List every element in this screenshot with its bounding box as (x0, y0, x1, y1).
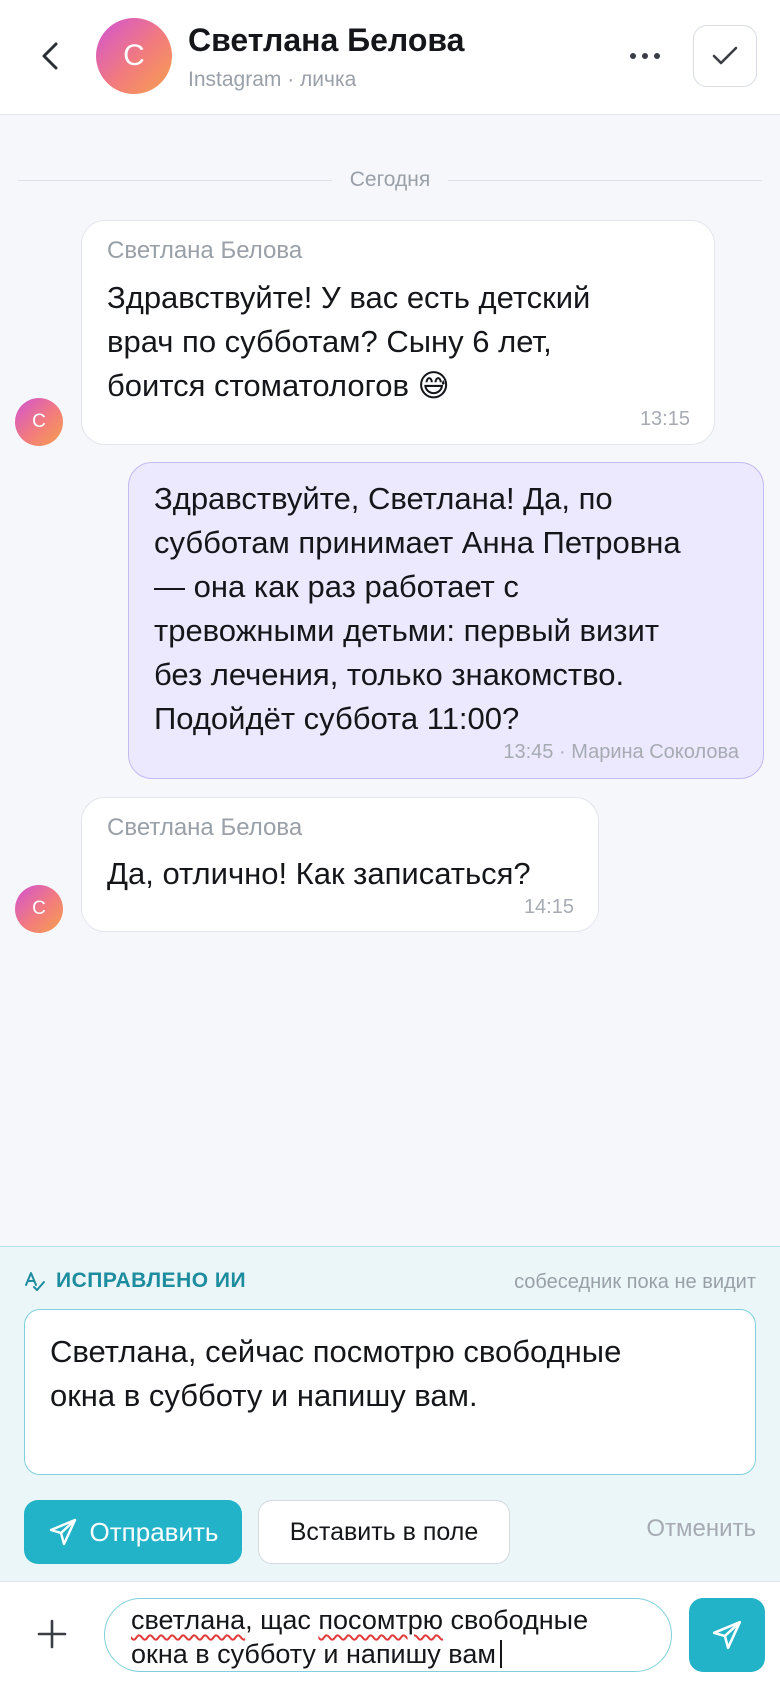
message-line: Подойдёт суббота 11:00? (154, 701, 520, 736)
incoming-message[interactable]: Светлана Белова Да, отлично! Как записат… (81, 797, 599, 932)
divider (448, 179, 763, 181)
message-line: боится стоматологов 😅 (107, 368, 450, 403)
message-line: Да, отлично! Как записаться? (107, 856, 531, 891)
message-line: врач по субботам? Сыну 6 лет, (107, 324, 552, 359)
date-label: Сегодня (349, 168, 431, 191)
ai-corrected-text-box[interactable]: Светлана, сейчас посмотрю свободные окна… (24, 1309, 756, 1475)
resolve-chat-button[interactable] (693, 25, 757, 87)
more-horizontal-icon (630, 53, 660, 59)
ai-spellcheck-icon (25, 1272, 45, 1291)
date-separator: Сегодня (18, 164, 763, 196)
contact-avatar[interactable]: С (96, 18, 172, 94)
more-options-button[interactable] (620, 36, 670, 76)
ai-text-line: Светлана, сейчас посмотрю свободные (50, 1334, 622, 1369)
ai-correction-panel: ИСПРАВЛЕНО ИИ собеседник пока не видит С… (0, 1246, 780, 1581)
draft-line: светлана, щас посомтрю свободные (131, 1603, 651, 1637)
ai-send-label: Отправить (89, 1516, 219, 1547)
message-composer: светлана, щас посомтрю свободные окна в … (0, 1581, 780, 1688)
message-author: Светлана Белова (107, 237, 303, 264)
message-line: — она как раз работает с (154, 569, 519, 604)
ai-corrected-text: Светлана, сейчас посмотрю свободные окна… (50, 1330, 730, 1418)
insert-into-field-button[interactable]: Вставить в поле (258, 1500, 510, 1564)
message-time: 13:15 (639, 408, 690, 430)
ai-label-group: ИСПРАВЛЕНО ИИ (24, 1269, 246, 1293)
composer-send-button[interactable] (689, 1598, 765, 1672)
message-input-text: светлана, щас посомтрю свободные окна в … (131, 1603, 651, 1671)
outgoing-message[interactable]: Здравствуйте, Светлана! Да, по субботам … (128, 462, 764, 779)
attach-button[interactable] (32, 1614, 72, 1654)
draft-fragment: свободные (443, 1605, 589, 1635)
sender-avatar[interactable]: С (15, 885, 63, 933)
send-icon (712, 1620, 742, 1650)
chevron-left-icon (42, 42, 58, 70)
message-author: Светлана Белова (107, 814, 303, 841)
check-icon (712, 46, 738, 65)
message-meta: 13:45 · Марина Соколова (503, 741, 739, 763)
message-text: Да, отлично! Как записаться? (107, 852, 531, 896)
draft-fragment: , щас (245, 1605, 319, 1635)
plus-icon (37, 1619, 67, 1649)
ai-text-line: окна в субботу и напишу вам. (50, 1378, 478, 1413)
message-text: Здравствуйте! У вас есть детский врач по… (107, 276, 590, 408)
message-line: тревожными детьми: первый визит (154, 613, 660, 648)
text-caret (499, 1640, 502, 1668)
message-line: субботам принимает Анна Петровна (154, 525, 681, 560)
sender-avatar[interactable]: С (15, 398, 63, 446)
back-button[interactable] (30, 32, 70, 80)
message-time: 14:15 (523, 896, 574, 918)
misspelled-word: светлана (131, 1605, 246, 1635)
ai-send-button[interactable]: Отправить (24, 1500, 242, 1564)
ai-visibility-note: собеседник пока не видит (514, 1271, 756, 1293)
chat-header: С Светлана Белова Instagram · личка (0, 0, 780, 115)
message-line: Здравствуйте, Светлана! Да, по (154, 481, 613, 516)
incoming-message[interactable]: Светлана Белова Здравствуйте! У вас есть… (81, 220, 715, 445)
message-text: Здравствуйте, Светлана! Да, по субботам … (154, 477, 681, 741)
message-line: без лечения, только знакомство. (154, 657, 625, 692)
divider (18, 179, 332, 181)
contact-channel: Instagram · личка (188, 68, 357, 91)
message-line: Здравствуйте! У вас есть детский (107, 280, 591, 315)
send-icon (49, 1518, 76, 1546)
message-input[interactable]: светлана, щас посомтрю свободные окна в … (104, 1598, 672, 1672)
misspelled-word: посомтрю (318, 1605, 444, 1635)
ai-corrected-label: ИСПРАВЛЕНО ИИ (56, 1269, 247, 1292)
draft-fragment: окна в субботу и напишу вам (131, 1639, 496, 1669)
draft-line: окна в субботу и напишу вам (131, 1637, 651, 1671)
cancel-button[interactable]: Отменить (646, 1515, 756, 1543)
contact-name: Светлана Белова (188, 22, 465, 58)
